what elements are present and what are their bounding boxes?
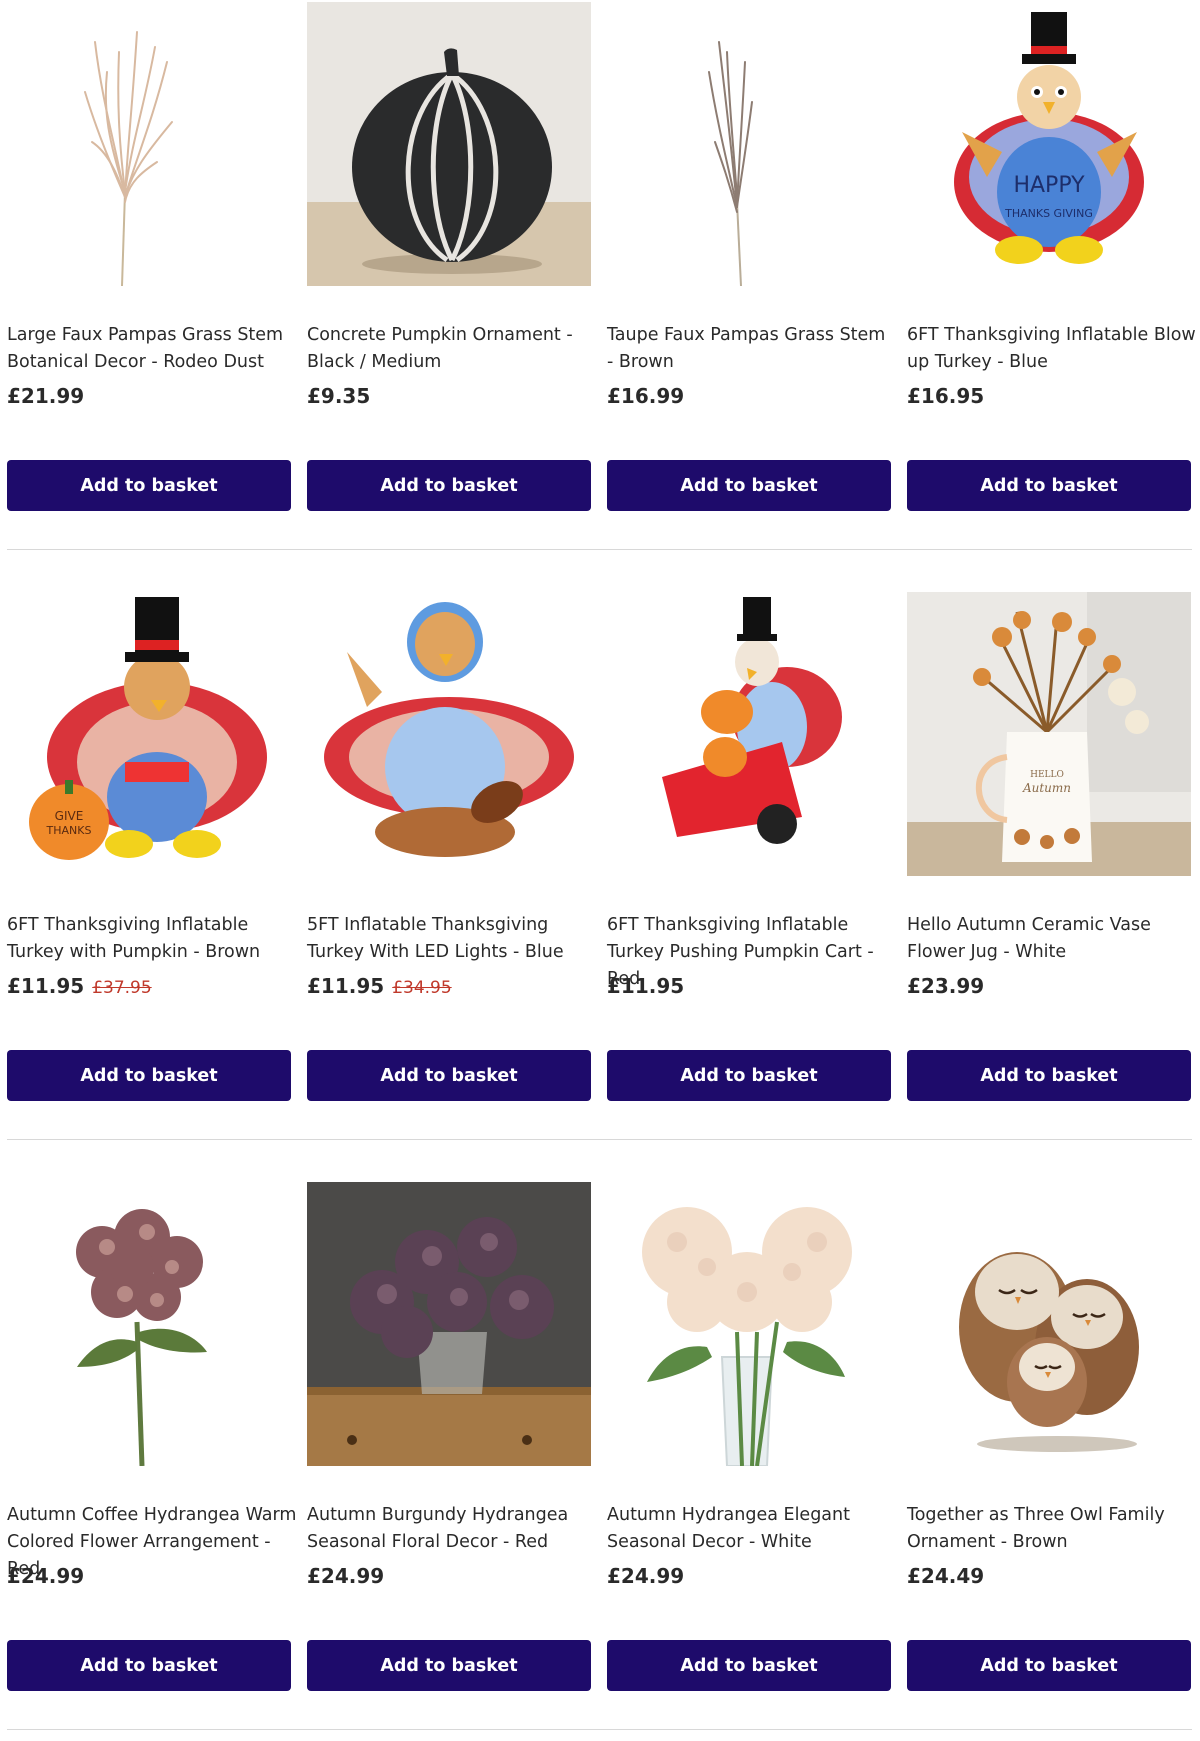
add-to-basket-button[interactable]: Add to basket [907,1050,1191,1101]
product-price-block: £11.95 [607,974,684,998]
product-price: £11.95 [307,974,385,998]
product-image[interactable]: GIVE THANKS [7,592,291,876]
add-to-basket-button[interactable]: Add to basket [907,460,1191,511]
product-old-price: £34.95 [392,978,452,998]
product-price: £21.99 [7,384,85,408]
product-card: Autumn Burgundy Hydrangea Seasonal Flora… [307,1182,591,1741]
product-image[interactable] [7,2,291,286]
product-price-block: £24.99 [607,1564,684,1588]
product-title[interactable]: Autumn Hydrangea Elegant Seasonal Decor … [607,1502,897,1556]
jug-autumn-text: Autumn [1022,781,1071,795]
turkey-happy-text: HAPPY [1013,173,1085,198]
add-to-basket-button[interactable]: Add to basket [7,1050,291,1101]
add-to-basket-button[interactable]: Add to basket [307,1640,591,1691]
product-price: £16.95 [907,384,985,408]
add-to-basket-button[interactable]: Add to basket [607,460,891,511]
black-pumpkin-image [307,2,591,286]
turkey-thanksgiving-text: THANKS GIVING [1004,207,1093,220]
coffee-hydrangea-image [7,1182,291,1466]
add-to-basket-button[interactable]: Add to basket [7,460,291,511]
product-card: 6FT Thanksgiving Inflatable Turkey Pushi… [607,592,891,1182]
product-grid: Large Faux Pampas Grass Stem Botanical D… [7,2,1196,1741]
inflatable-turkey-cart-image [607,592,891,876]
product-card: Concrete Pumpkin Ornament - Black / Medi… [307,2,591,592]
product-title[interactable]: 5FT Inflatable Thanksgiving Turkey With … [307,912,597,966]
hello-autumn-jug-image: HELLO Autumn [907,592,1191,876]
white-hydrangea-image [607,1182,891,1466]
inflatable-turkey-image: HAPPY THANKS GIVING [907,2,1191,286]
product-image[interactable] [607,1182,891,1466]
add-to-basket-button[interactable]: Add to basket [307,460,591,511]
product-card: HAPPY THANKS GIVING 6FT Thanksgiving Inf… [907,2,1196,592]
product-card: Together as Three Owl Family Ornament - … [907,1182,1191,1741]
pampas-grass-image [7,2,291,286]
add-to-basket-button[interactable]: Add to basket [907,1640,1191,1691]
product-price-block: £24.49 [907,1564,984,1588]
inflatable-turkey-image [307,592,591,876]
row-divider [7,1729,1192,1730]
product-price-block: £21.99 [7,384,84,408]
add-to-basket-button[interactable]: Add to basket [7,1640,291,1691]
pumpkin-give-text: GIVE [55,809,84,823]
product-card: Large Faux Pampas Grass Stem Botanical D… [7,2,291,592]
add-to-basket-button[interactable]: Add to basket [607,1640,891,1691]
product-image[interactable] [307,2,591,286]
product-price: £16.99 [607,384,685,408]
product-image[interactable]: HELLO Autumn [907,592,1191,876]
product-title[interactable]: Taupe Faux Pampas Grass Stem - Brown [607,322,897,376]
product-title[interactable]: Hello Autumn Ceramic Vase Flower Jug - W… [907,912,1197,966]
add-to-basket-button[interactable]: Add to basket [607,1050,891,1101]
product-title[interactable]: 6FT Thanksgiving Inflatable Blow up Turk… [907,322,1197,376]
product-title[interactable]: 6FT Thanksgiving Inflatable Turkey with … [7,912,297,966]
product-image[interactable] [7,1182,291,1466]
jug-hello-text: HELLO [1030,770,1064,780]
product-card: Autumn Coffee Hydrangea Warm Colored Flo… [7,1182,296,1741]
product-old-price: £37.95 [92,978,152,998]
product-price: £11.95 [7,974,85,998]
pampas-grass-image [607,2,891,286]
product-card: Taupe Faux Pampas Grass Stem - Brown £16… [607,2,891,592]
product-title[interactable]: Together as Three Owl Family Ornament - … [907,1502,1197,1556]
product-price: £24.49 [907,1564,985,1588]
product-price-block: £24.99 [307,1564,384,1588]
product-card: Autumn Hydrangea Elegant Seasonal Decor … [607,1182,891,1741]
product-price: £9.35 [307,384,371,408]
product-listing-page: Large Faux Pampas Grass Stem Botanical D… [0,0,1200,1741]
product-image[interactable] [907,1182,1191,1466]
row-divider [7,1139,1192,1140]
product-title[interactable]: Concrete Pumpkin Ornament - Black / Medi… [307,322,597,376]
product-price-block: £24.99 [7,1564,84,1588]
product-price: £11.95 [607,974,685,998]
product-price-block: £9.35 [307,384,370,408]
product-price: £24.99 [607,1564,685,1588]
inflatable-turkey-image: GIVE THANKS [7,592,291,876]
product-image[interactable] [607,592,891,876]
product-card: 5FT Inflatable Thanksgiving Turkey With … [307,592,591,1182]
add-to-basket-button[interactable]: Add to basket [307,1050,591,1101]
product-image[interactable] [307,592,591,876]
product-price-block: £11.95 £37.95 [7,974,152,998]
product-row: GIVE THANKS 6FT Thanksgiving Inflatable … [7,592,1192,1182]
product-title[interactable]: Large Faux Pampas Grass Stem Botanical D… [7,322,297,376]
pumpkin-thanks-text: THANKS [46,824,92,837]
product-row: Large Faux Pampas Grass Stem Botanical D… [7,2,1196,592]
product-price-block: £16.99 [607,384,684,408]
row-divider [7,549,1192,550]
product-price: £23.99 [907,974,985,998]
product-image[interactable] [307,1182,591,1466]
product-row: Autumn Coffee Hydrangea Warm Colored Flo… [7,1182,1192,1741]
product-card: GIVE THANKS 6FT Thanksgiving Inflatable … [7,592,291,1182]
product-price-block: £23.99 [907,974,984,998]
product-price-block: £16.95 [907,384,984,408]
product-card: HELLO Autumn Hello Autumn Ceramic Vase F… [907,592,1191,1182]
product-price-block: £11.95 £34.95 [307,974,452,998]
product-price: £24.99 [7,1564,85,1588]
product-image[interactable]: HAPPY THANKS GIVING [907,2,1191,286]
owl-family-image [907,1182,1191,1466]
product-image[interactable] [607,2,891,286]
burgundy-hydrangea-image [307,1182,591,1466]
product-title[interactable]: Autumn Burgundy Hydrangea Seasonal Flora… [307,1502,597,1556]
product-price: £24.99 [307,1564,385,1588]
